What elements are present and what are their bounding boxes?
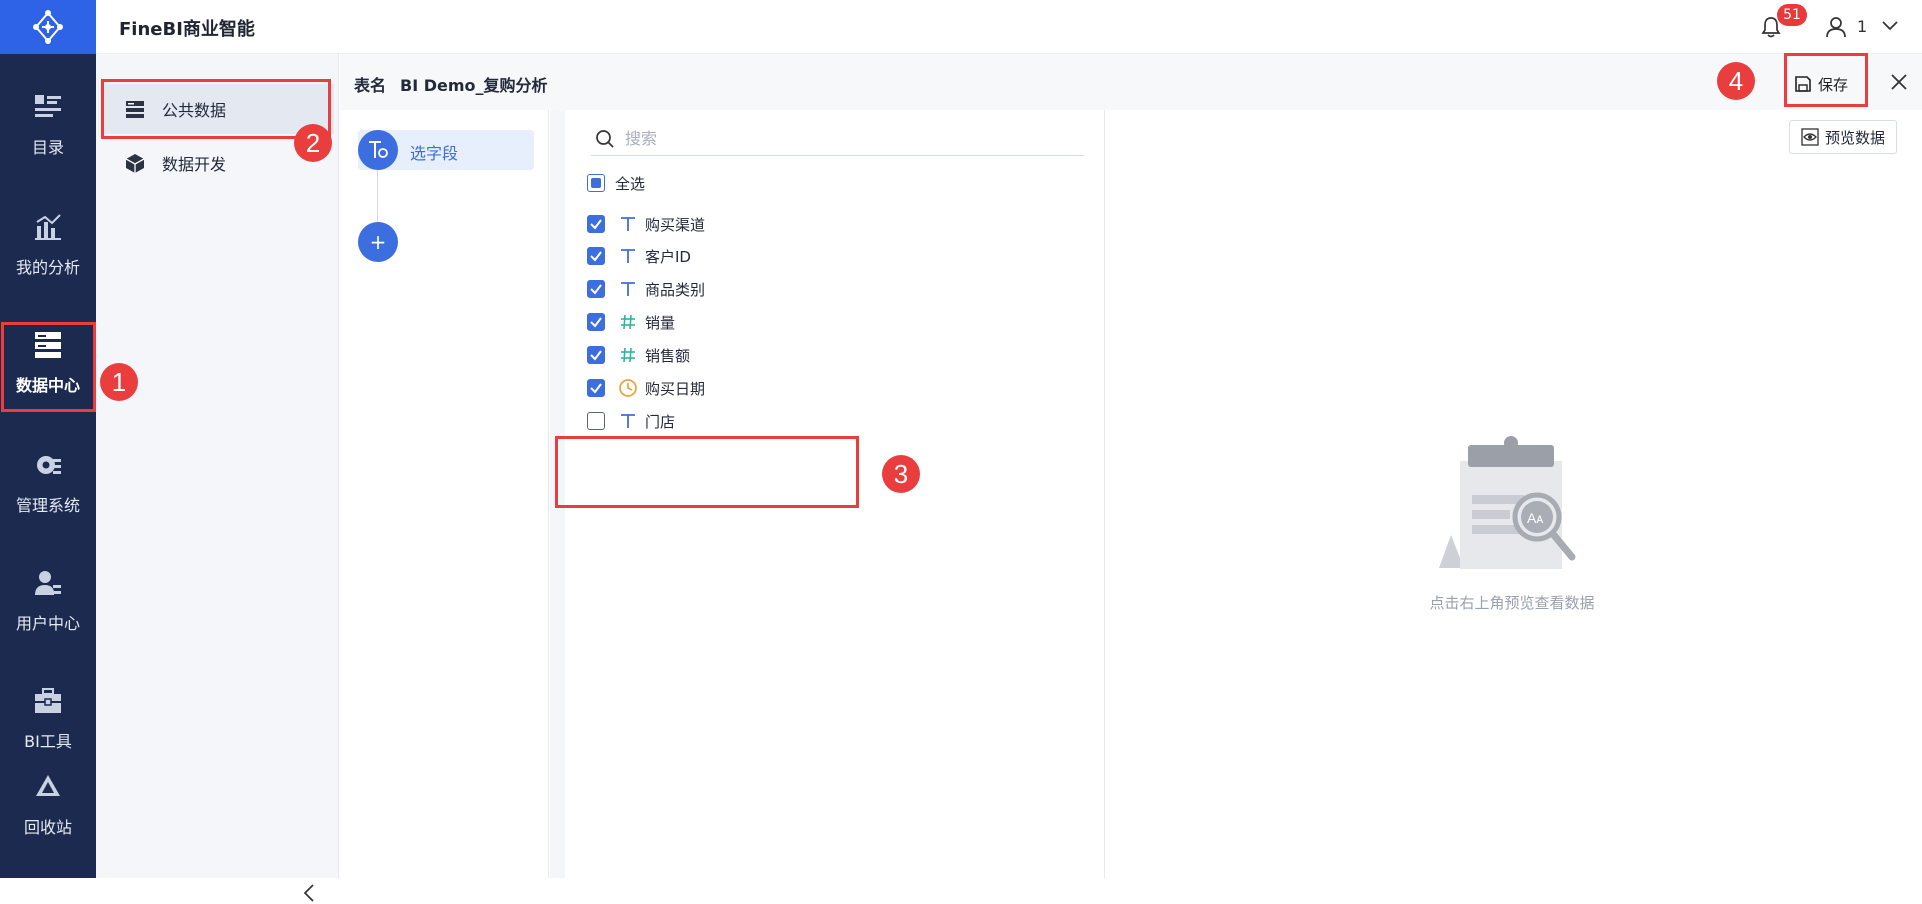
annotation-box-store-field — [555, 436, 859, 508]
user-icon[interactable] — [1824, 15, 1848, 39]
text-type-icon — [617, 410, 639, 432]
field-name: 客户ID — [645, 247, 691, 266]
rail-item-catalog[interactable]: 目录 — [0, 92, 96, 192]
search-box — [591, 122, 1084, 156]
cube-icon — [125, 154, 145, 173]
field-row[interactable]: 客户ID — [587, 241, 691, 271]
number-type-icon — [617, 344, 639, 366]
field-name: 销量 — [645, 313, 676, 332]
text-field-icon — [369, 141, 388, 158]
rail-label: 管理系统 — [15, 496, 80, 515]
field-name: 销售额 — [645, 346, 691, 365]
rail-label: 回收站 — [23, 818, 72, 837]
top-bar: FineBI商业智能 51 1 — [96, 0, 1922, 54]
left-nav-rail: 目录 我的分析 数据中心 管理系统 用户中心 BI工具 回收站 — [0, 0, 96, 878]
field-checkbox[interactable] — [587, 247, 605, 265]
table-name: BI Demo_复购分析 — [400, 76, 548, 95]
field-checkbox[interactable] — [587, 379, 605, 397]
annotation-box-data-center — [1, 322, 96, 412]
annotation-box-save — [1784, 53, 1868, 107]
field-checkbox[interactable] — [587, 412, 605, 430]
select-field-step-icon — [358, 130, 398, 170]
empty-state-hint: 点击右上角预览查看数据 — [1429, 594, 1595, 612]
preview-data-label: 预览数据 — [1825, 128, 1886, 147]
rail-item-recycle-bin[interactable]: 回收站 — [0, 772, 96, 872]
field-checkbox[interactable] — [587, 280, 605, 298]
management-gear-icon — [37, 456, 61, 474]
rail-label: 用户中心 — [15, 614, 80, 633]
analysis-icon — [35, 214, 61, 240]
add-step-button[interactable]: + — [358, 222, 398, 262]
field-row[interactable]: 商品类别 — [587, 274, 705, 304]
text-type-icon — [617, 213, 639, 235]
select-all-row[interactable]: 全选 — [587, 168, 645, 198]
rail-label: 目录 — [31, 138, 64, 157]
field-row[interactable]: 销售额 — [587, 340, 690, 370]
chevron-down-icon[interactable] — [1880, 18, 1900, 34]
preview-panel: 预览数据 Aᴀ 点击右上角预览查看数据 — [1106, 110, 1922, 878]
annotation-marker-1: 1 — [100, 363, 138, 401]
steps-column: 选字段 + — [340, 110, 549, 878]
field-name: 购买日期 — [645, 379, 706, 398]
rail-label: 我的分析 — [15, 258, 80, 277]
catalog-icon — [35, 95, 61, 117]
user-name[interactable]: 1 — [1857, 17, 1867, 36]
logo-icon — [33, 10, 63, 44]
search-icon — [596, 129, 614, 148]
annotation-marker-4: 4 — [1717, 62, 1755, 100]
field-checkbox[interactable] — [587, 346, 605, 364]
svg-text:Aᴀ: Aᴀ — [1527, 510, 1543, 526]
step-label: 选字段 — [410, 144, 459, 163]
field-row[interactable]: 销量 — [587, 307, 675, 337]
rail-item-user-center[interactable]: 用户中心 — [0, 568, 96, 668]
data-center-panel: 公共数据 数据开发 — [96, 54, 339, 902]
collapse-chevron-left-icon[interactable] — [300, 882, 320, 904]
annotation-marker-3: 3 — [882, 455, 920, 493]
editor-header: 表名 BI Demo_复购分析 保存 — [340, 54, 1922, 110]
recycle-bin-icon — [36, 775, 60, 796]
app-title: FineBI商业智能 — [119, 19, 255, 40]
select-all-label: 全选 — [615, 174, 646, 193]
field-row[interactable]: 门店 — [587, 406, 675, 436]
text-type-icon — [617, 278, 639, 300]
field-row[interactable]: 购买日期 — [587, 373, 705, 403]
search-input[interactable] — [625, 129, 1065, 148]
clock-date-type-icon — [617, 377, 639, 399]
field-row[interactable]: 购买渠道 — [587, 209, 705, 239]
finebi-logo[interactable] — [0, 0, 96, 54]
panel-item-label: 数据开发 — [162, 155, 227, 174]
rail-label: BI工具 — [24, 732, 72, 751]
clipboard-search-illustration: Aᴀ — [1439, 436, 1576, 569]
field-name: 门店 — [645, 412, 676, 431]
annotation-marker-2: 2 — [294, 124, 332, 162]
rail-item-bi-tools[interactable]: BI工具 — [0, 686, 96, 786]
toolbox-icon — [35, 688, 61, 713]
table-name-label: 表名 — [354, 76, 387, 95]
field-checkbox[interactable] — [587, 313, 605, 331]
preview-data-button[interactable]: 预览数据 — [1789, 120, 1898, 154]
close-icon[interactable] — [1887, 70, 1911, 94]
user-center-icon — [35, 571, 61, 595]
text-type-icon — [617, 245, 639, 267]
rail-item-management[interactable]: 管理系统 — [0, 450, 96, 550]
annotation-box-public-data — [101, 79, 331, 139]
field-checkbox[interactable] — [587, 215, 605, 233]
field-name: 商品类别 — [645, 280, 706, 299]
number-type-icon — [617, 311, 639, 333]
rail-item-my-analysis[interactable]: 我的分析 — [0, 212, 96, 312]
notification-badge: 51 — [1777, 4, 1807, 26]
select-all-checkbox[interactable] — [587, 174, 605, 192]
field-name: 购买渠道 — [645, 215, 706, 234]
eye-preview-icon — [1801, 128, 1819, 146]
